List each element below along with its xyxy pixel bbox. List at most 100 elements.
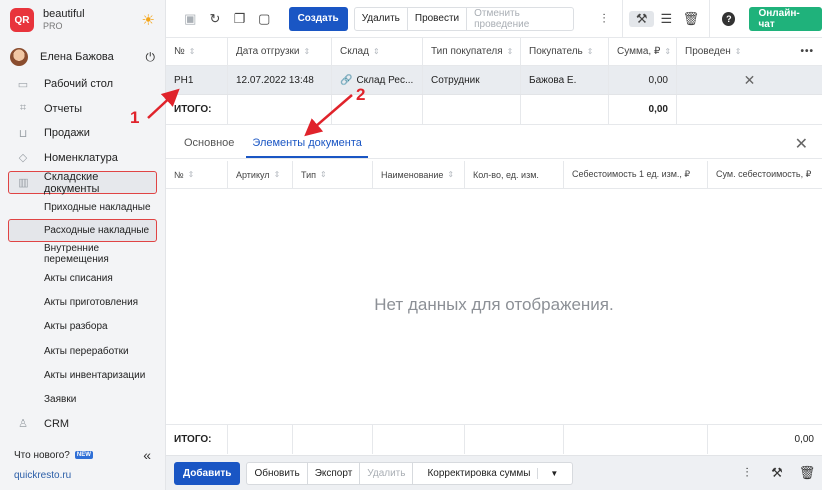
items-totals-value: 0,00 xyxy=(794,434,814,445)
divider xyxy=(709,0,711,38)
delete-button[interactable]: Удалить xyxy=(355,7,408,30)
sort-icon: ⇕ xyxy=(506,47,514,56)
power-icon[interactable]: ⏻ xyxy=(146,50,156,65)
sidebar-subitem-requests[interactable]: Заявки xyxy=(0,387,165,411)
filter-sliders-icon[interactable]: ⫶ xyxy=(592,11,617,27)
save-icon[interactable]: ▣ xyxy=(178,11,203,27)
warehouse-icon: ▥ xyxy=(18,177,29,189)
sidebar-item-reports[interactable]: ⌗ Отчеты xyxy=(0,97,165,122)
tab-general[interactable]: Основное xyxy=(178,137,240,158)
list-icon[interactable]: ☰ xyxy=(654,11,679,27)
trash-icon[interactable]: 🗑 xyxy=(792,465,822,481)
detail-tabs: Основное Элементы документа xyxy=(166,125,822,159)
cell-sum: 0,00 xyxy=(609,66,677,94)
delete-items-button[interactable]: Удалить xyxy=(360,462,414,484)
cell-warehouse[interactable]: 🔗 Склад Рес... xyxy=(332,66,423,94)
sidebar-item-warehouse-docs[interactable]: ▥ Складские документы xyxy=(8,171,157,195)
sidebar-item-label: Рабочий стол xyxy=(44,78,114,91)
items-col-quantity[interactable]: Кол-во, ед. изм. xyxy=(465,161,564,188)
inbox-icon[interactable]: ▢ xyxy=(252,11,277,27)
sort-icon: ⇕ xyxy=(734,47,742,56)
brand-plan: PRO xyxy=(43,21,63,31)
sidebar-subitem-processing[interactable]: Акты переработки xyxy=(0,339,165,363)
theme-sun-icon[interactable]: ☀ xyxy=(142,11,155,29)
sort-icon: ⇕ xyxy=(188,47,196,56)
col-number[interactable]: № ⇕ xyxy=(166,38,228,65)
avatar xyxy=(10,48,28,66)
cell-posted: ✕ xyxy=(677,66,822,94)
items-col-type[interactable]: Тип ⇕ xyxy=(293,161,373,188)
tools-icon[interactable]: ⚒ xyxy=(762,465,792,481)
sidebar-subitem-inventory[interactable]: Акты инвентаризации xyxy=(0,363,165,387)
sidebar-item-label: CRM xyxy=(44,417,70,430)
totals-sum: 0,00 xyxy=(609,95,677,124)
not-posted-x-icon: ✕ xyxy=(743,71,756,88)
sidebar-subitem-disassembly[interactable]: Акты разбора xyxy=(0,315,165,339)
sort-icon: ⇕ xyxy=(187,170,195,179)
sidebar-subitem-transfers[interactable]: Внутренние перемещения xyxy=(0,242,165,266)
sidebar-item-crm[interactable]: ♙ CRM xyxy=(0,412,165,437)
link-icon: 🔗 xyxy=(340,74,353,86)
sidebar-subitem-cooking[interactable]: Акты приготовления xyxy=(0,291,165,315)
trash-icon[interactable]: 🗑 xyxy=(679,11,704,27)
sort-icon: ⇕ xyxy=(447,170,455,179)
table-header: № ⇕ Дата отгрузки ⇕ Склад ⇕ Тип покупателя ⇕… xyxy=(166,38,822,66)
more-icon[interactable]: ••• xyxy=(800,46,814,57)
desktop-icon: ▭ xyxy=(17,78,29,91)
close-panel-icon[interactable]: ✕ xyxy=(795,134,808,154)
items-col-name[interactable]: Наименование ⇕ xyxy=(373,161,465,188)
sidebar-item-desktop[interactable]: ▭ Рабочий стол xyxy=(0,72,165,97)
items-col-total-cost[interactable]: Сум. себестоимость, ₽ xyxy=(708,161,822,188)
brand[interactable]: QR beautiful PRO ☀ xyxy=(0,0,165,40)
col-buyer-type[interactable]: Тип покупателя ⇕ xyxy=(423,38,521,65)
action-button-group: Удалить Провести Отменить проведение xyxy=(353,6,574,31)
divider xyxy=(622,0,624,38)
sidebar-subitem-incoming[interactable]: Приходные накладные xyxy=(0,195,165,219)
refresh-icon[interactable]: ↻ xyxy=(203,11,228,27)
filter-sliders-icon[interactable]: ⫶ xyxy=(732,465,762,481)
tools-icon[interactable]: ⚒ xyxy=(629,10,654,27)
sort-icon: ⇕ xyxy=(320,170,327,179)
copy-icon[interactable]: ❐ xyxy=(227,11,252,27)
sidebar-subitem-outgoing[interactable]: Расходные накладные xyxy=(8,219,157,243)
refresh-button[interactable]: Обновить xyxy=(247,462,308,484)
export-button[interactable]: Экспорт xyxy=(308,462,361,484)
col-sum[interactable]: Сумма, ₽ ⇕ xyxy=(609,38,677,65)
site-link[interactable]: quickresto.ru xyxy=(14,470,71,481)
col-date[interactable]: Дата отгрузки ⇕ xyxy=(228,38,332,65)
user-profile[interactable]: Елена Бажова ⏻ xyxy=(0,42,165,72)
items-col-unit-cost[interactable]: Себестоимость 1 ед. изм., ₽ xyxy=(564,161,708,188)
whats-new[interactable]: Что нового? NEW « xyxy=(0,445,165,465)
items-col-article[interactable]: Артикул ⇕ xyxy=(228,161,293,188)
add-button[interactable]: Добавить xyxy=(174,461,241,485)
table-row[interactable]: РН1 12.07.2022 13:48 🔗 Склад Рес... Сотру… xyxy=(166,66,822,95)
post-button[interactable]: Провести xyxy=(408,7,468,30)
help-icon[interactable]: ? xyxy=(722,11,736,26)
empty-state-message: Нет данных для отображения. xyxy=(374,295,614,314)
items-totals-label: ИТОГО: xyxy=(166,425,228,454)
sidebar-item-sales[interactable]: ⊔ Продажи xyxy=(0,121,165,146)
create-button[interactable]: Создать xyxy=(288,6,348,31)
sort-icon: ⇕ xyxy=(664,47,672,56)
items-col-number[interactable]: № ⇕ xyxy=(166,161,228,188)
new-badge: NEW xyxy=(74,451,93,459)
sort-icon: ⇕ xyxy=(372,47,380,56)
bottom-button-group: Обновить Экспорт Удалить Корректировка с… xyxy=(246,461,574,485)
table-totals: ИТОГО: 0,00 xyxy=(166,95,822,125)
col-posted[interactable]: Проведен ⇕ ••• xyxy=(677,38,822,65)
annotation-number-1: 1 xyxy=(130,108,140,127)
col-warehouse[interactable]: Склад ⇕ xyxy=(332,38,423,65)
sidebar-subitem-writeoffs[interactable]: Акты списания xyxy=(0,266,165,290)
col-buyer[interactable]: Покупатель ⇕ xyxy=(521,38,609,65)
document-detail-panel: Основное Элементы документа ✕ № ⇕ Артикул… xyxy=(166,125,822,455)
collapse-sidebar-icon[interactable]: « xyxy=(143,447,151,463)
totals-label: ИТОГО: xyxy=(166,95,228,124)
tab-document-items[interactable]: Элементы документа xyxy=(246,137,368,158)
app-logo: QR xyxy=(10,8,34,32)
online-chat-button[interactable]: Онлайн-чат xyxy=(749,6,822,31)
annotation-number-2: 2 xyxy=(356,85,366,104)
items-table-header: № ⇕ Артикул ⇕ Тип ⇕ Наименование ⇕ Кол-во, е… xyxy=(166,161,822,189)
adjust-sum-dropdown[interactable]: Корректировка суммы ▼ xyxy=(413,463,572,484)
unpost-button[interactable]: Отменить проведение xyxy=(467,8,573,30)
sidebar-item-nomenclature[interactable]: ◇ Номенклатура xyxy=(0,146,165,171)
